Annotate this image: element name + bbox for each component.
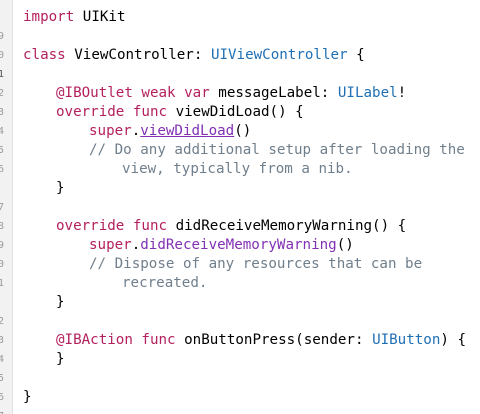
- code-text: class ViewController: UIViewController {: [23, 46, 365, 65]
- code-text: override func didReceiveMemoryWarning() …: [56, 217, 406, 236]
- code-token: ViewController:: [65, 47, 211, 63]
- code-line[interactable]: 5 }: [0, 350, 480, 384]
- line-number: 7: [0, 407, 10, 414]
- comment-text: view, typically from a nib.: [122, 161, 353, 177]
- code-line[interactable]: 1 // Dispose of any resources that can b…: [0, 255, 480, 289]
- method-call[interactable]: didReceiveMemoryWarning: [140, 237, 336, 253]
- type-token: UILabel: [337, 85, 398, 101]
- keyword: func: [132, 332, 176, 348]
- keyword: override func: [56, 218, 168, 234]
- code-token: ) {: [440, 332, 467, 348]
- code-token: viewDidLoad() {: [167, 104, 304, 120]
- code-line-wrap[interactable]: recreated.: [0, 274, 480, 293]
- code-line[interactable]: 1 class ViewController: UIViewController…: [0, 46, 480, 80]
- code-text: super.viewDidLoad(): [89, 122, 251, 141]
- keyword: super: [89, 237, 132, 253]
- code-token: UIKit: [74, 9, 126, 25]
- code-line[interactable]: 4 @IBAction func onButtonPress(sender: U…: [0, 331, 480, 365]
- method-call-link[interactable]: viewDidLoad: [140, 123, 234, 139]
- code-line[interactable]: 5 super.viewDidLoad(): [0, 122, 480, 156]
- keyword: super: [89, 123, 132, 139]
- code-line[interactable]: 6 // Do any additional setup after loadi…: [0, 141, 480, 175]
- code-text: @IBOutlet weak var messageLabel: UILabel…: [56, 84, 406, 103]
- code-line[interactable]: 4 override func viewDidLoad() {: [0, 103, 480, 137]
- code-line[interactable]: 2 }: [0, 293, 480, 327]
- code-editor[interactable]: 9 import UIKit 0 1 class ViewController:…: [0, 0, 480, 414]
- code-text: override func viewDidLoad() {: [56, 103, 304, 122]
- code-token: onButtonPress(sender:: [175, 332, 373, 348]
- code-token: !: [397, 85, 407, 101]
- comment-text: // Dispose of any resources that can be: [89, 256, 423, 272]
- code-token: (): [234, 123, 252, 139]
- keyword: override func: [56, 104, 168, 120]
- type-token: UIViewController: [210, 47, 348, 63]
- code-line[interactable]: 2: [0, 65, 480, 99]
- comment-text: recreated.: [122, 275, 208, 291]
- code-token: }: [23, 389, 32, 405]
- code-token: {: [347, 47, 365, 63]
- code-line[interactable]: 3: [0, 312, 480, 346]
- code-text: super.didReceiveMemoryWarning(): [89, 236, 354, 255]
- keyword: weak var: [132, 85, 210, 101]
- code-line[interactable]: 8: [0, 198, 480, 232]
- code-line[interactable]: 9 override func didReceiveMemoryWarning(…: [0, 217, 480, 251]
- code-text: import UIKit: [23, 8, 126, 27]
- code-token: }: [56, 351, 65, 367]
- code-token: (): [336, 237, 354, 253]
- code-token: .: [131, 123, 141, 139]
- code-line[interactable]: 3 @IBOutlet weak var messageLabel: UILab…: [0, 84, 480, 118]
- attribute-token: @IBAction: [56, 332, 133, 348]
- code-token: }: [56, 294, 65, 310]
- type-token: UIButton: [372, 332, 441, 348]
- code-line[interactable]: 7 }: [0, 388, 480, 414]
- keyword: class: [23, 47, 66, 63]
- code-line[interactable]: 7 }: [0, 179, 480, 213]
- code-line[interactable]: 0: [0, 27, 480, 61]
- code-line[interactable]: 9 import UIKit: [0, 8, 480, 42]
- code-token: .: [131, 237, 141, 253]
- code-line-wrap[interactable]: view, typically from a nib.: [0, 160, 480, 179]
- code-token: didReceiveMemoryWarning() {: [167, 218, 407, 234]
- comment-text: // Do any additional setup after loading…: [89, 142, 465, 158]
- code-token: }: [56, 180, 65, 196]
- code-text: @IBAction func onButtonPress(sender: UIB…: [56, 331, 466, 350]
- keyword: import: [23, 9, 75, 25]
- code-line[interactable]: 6: [0, 369, 480, 403]
- code-token: messageLabel:: [209, 85, 338, 101]
- attribute-token: @IBOutlet: [56, 85, 133, 101]
- code-line[interactable]: 0 super.didReceiveMemoryWarning(): [0, 236, 480, 270]
